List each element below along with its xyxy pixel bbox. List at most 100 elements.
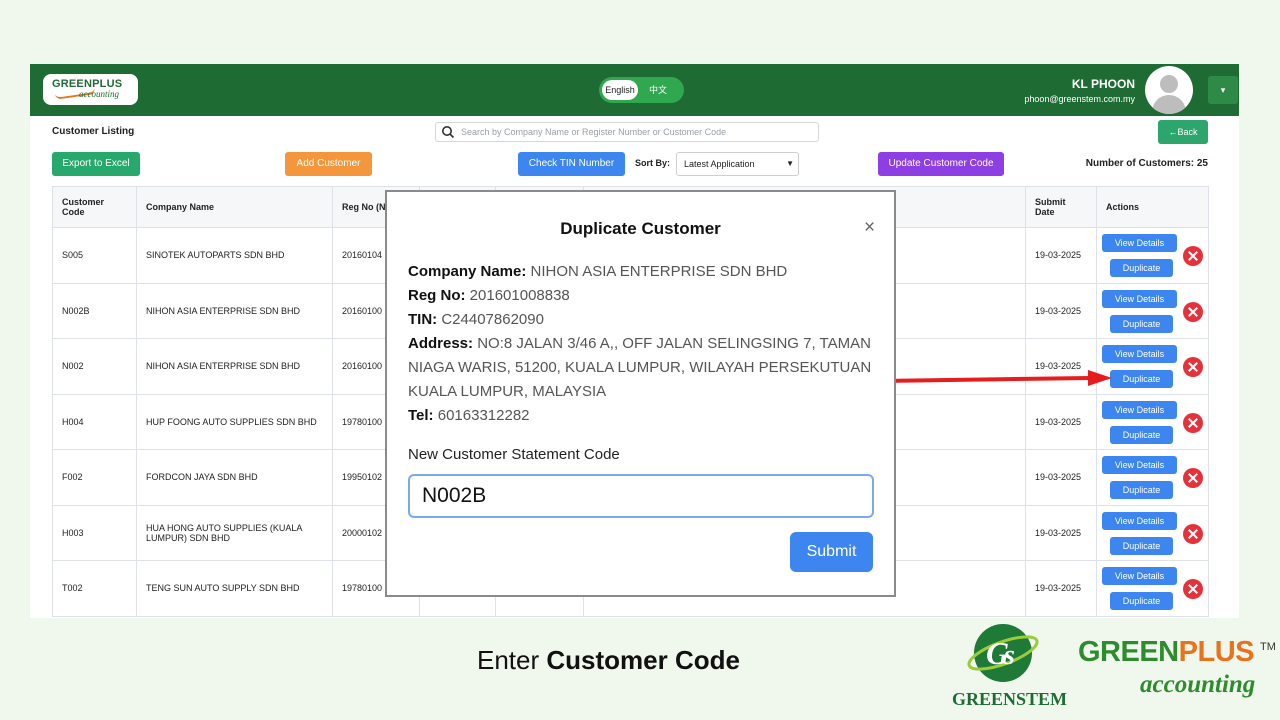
- brand-green: GREEN: [1078, 636, 1179, 668]
- info-tel: Tel: 60163312282: [408, 404, 878, 428]
- logo-subtext: accounting: [79, 89, 119, 99]
- user-name: KL PHOON: [1071, 77, 1135, 91]
- update-customer-code-button[interactable]: Update Customer Code: [878, 152, 1004, 176]
- cell-date: 19-03-2025: [1025, 338, 1097, 395]
- duplicate-button[interactable]: Duplicate: [1110, 481, 1173, 499]
- trademark: TM: [1260, 641, 1276, 653]
- info-tin: TIN: C24407862090: [408, 308, 878, 332]
- greenplus-brand: GREENPLUS: [1078, 636, 1254, 669]
- info-reg: Reg No: 201601008838: [408, 284, 878, 308]
- info-reg-label: Reg No:: [408, 287, 466, 304]
- cell-company: NIHON ASIA ENTERPRISE SDN BHD: [136, 282, 333, 339]
- greenplus-sub: accounting: [1140, 671, 1256, 698]
- submit-button[interactable]: Submit: [790, 532, 873, 572]
- cell-company: SINOTEK AUTOPARTS SDN BHD: [136, 227, 333, 284]
- view-details-button[interactable]: View Details: [1102, 234, 1177, 252]
- delete-icon[interactable]: [1183, 357, 1203, 377]
- cell-actions: View Details Duplicate: [1096, 282, 1209, 339]
- brand-plus: PLUS: [1178, 636, 1255, 668]
- lang-chinese[interactable]: 中文: [649, 80, 667, 100]
- view-details-button[interactable]: View Details: [1102, 345, 1177, 363]
- cell-code: N002: [52, 338, 137, 395]
- cell-date: 19-03-2025: [1025, 393, 1097, 450]
- customer-count: Number of Customers: 25: [1085, 158, 1208, 169]
- info-company: Company Name: NIHON ASIA ENTERPRISE SDN …: [408, 260, 878, 284]
- delete-icon[interactable]: [1183, 246, 1203, 266]
- cell-actions: View Details Duplicate: [1096, 393, 1209, 450]
- search-input[interactable]: Search by Company Name or Register Numbe…: [435, 122, 819, 142]
- top-navbar: GREENPLUS accounting English 中文 KL PHOON…: [30, 64, 1239, 116]
- view-details-button[interactable]: View Details: [1102, 400, 1177, 419]
- info-tel-value: 60163312282: [437, 407, 530, 424]
- duplicate-button[interactable]: Duplicate: [1110, 592, 1173, 610]
- cell-actions: View Details Duplicate: [1096, 504, 1209, 561]
- sort-select[interactable]: Latest Application ▼: [676, 152, 799, 176]
- lang-english[interactable]: English: [602, 80, 638, 100]
- greenstem-name: GREENSTEM: [952, 689, 1068, 709]
- avatar-head-icon: [1160, 75, 1178, 93]
- cell-company: FORDCON JAYA SDN BHD: [136, 449, 333, 506]
- col-actions: Actions: [1096, 186, 1209, 228]
- cell-company: TENG SUN AUTO SUPPLY SDN BHD: [136, 560, 333, 617]
- delete-icon[interactable]: [1183, 468, 1203, 488]
- duplicate-customer-modal: Duplicate Customer × Company Name: NIHON…: [385, 190, 896, 597]
- close-icon[interactable]: ×: [864, 217, 875, 239]
- export-excel-button[interactable]: Export to Excel: [52, 152, 140, 176]
- cell-company: NIHON ASIA ENTERPRISE SDN BHD: [136, 338, 333, 395]
- info-address-label: Address:: [408, 335, 474, 352]
- info-tel-label: Tel:: [408, 407, 434, 424]
- duplicate-button[interactable]: Duplicate: [1110, 370, 1173, 388]
- customer-info: Company Name: NIHON ASIA ENTERPRISE SDN …: [408, 260, 878, 428]
- duplicate-button[interactable]: Duplicate: [1110, 536, 1173, 555]
- info-address: Address: NO:8 JALAN 3/46 A,, OFF JALAN S…: [408, 332, 878, 404]
- back-button[interactable]: ←Back: [1158, 120, 1208, 144]
- language-toggle[interactable]: English 中文: [599, 77, 684, 103]
- sort-label: Sort By:: [635, 158, 671, 168]
- statement-code-input[interactable]: N002B: [408, 474, 874, 518]
- delete-icon[interactable]: [1183, 301, 1203, 322]
- cell-company: HUA HONG AUTO SUPPLIES (KUALA LUMPUR) SD…: [136, 504, 333, 561]
- cell-actions: View Details Duplicate: [1096, 449, 1209, 506]
- cell-code: N002B: [52, 282, 137, 339]
- duplicate-button[interactable]: Duplicate: [1110, 425, 1173, 444]
- search-icon: [442, 126, 455, 139]
- view-details-button[interactable]: View Details: [1102, 456, 1177, 474]
- statement-code-label: New Customer Statement Code: [408, 446, 620, 463]
- duplicate-button[interactable]: Duplicate: [1110, 314, 1173, 333]
- avatar[interactable]: [1145, 66, 1193, 114]
- info-tin-label: TIN:: [408, 311, 438, 328]
- delete-icon[interactable]: [1183, 412, 1203, 433]
- cell-actions: View Details Duplicate: [1096, 227, 1209, 284]
- info-tin-value: C24407862090: [441, 311, 544, 328]
- user-menu-dropdown[interactable]: ▾: [1208, 76, 1238, 104]
- cell-code: H003: [52, 504, 137, 561]
- svg-text:s: s: [1003, 640, 1015, 671]
- cell-date: 19-03-2025: [1025, 504, 1097, 561]
- search-placeholder: Search by Company Name or Register Numbe…: [461, 127, 727, 137]
- user-email: phoon@greenstem.com.my: [1024, 94, 1135, 104]
- info-reg-value: 201601008838: [469, 287, 570, 304]
- col-company-name: Company Name: [136, 186, 333, 228]
- cell-code: S005: [52, 227, 137, 284]
- cell-date: 19-03-2025: [1025, 227, 1097, 284]
- modal-title: Duplicate Customer: [560, 219, 721, 238]
- duplicate-button[interactable]: Duplicate: [1110, 259, 1173, 277]
- page-title: Customer Listing: [52, 126, 135, 137]
- delete-icon[interactable]: [1183, 579, 1203, 599]
- view-details-button[interactable]: View Details: [1102, 567, 1177, 585]
- sort-select-value: Latest Application: [684, 159, 755, 169]
- caption-prefix: Enter: [477, 645, 547, 675]
- cell-date: 19-03-2025: [1025, 560, 1097, 617]
- col-customer-code: Customer Code: [52, 186, 137, 228]
- caption-bold: Customer Code: [546, 645, 740, 675]
- cell-actions: View Details Duplicate: [1096, 560, 1209, 617]
- cell-code: F002: [52, 449, 137, 506]
- greenplus-logo[interactable]: GREENPLUS accounting: [43, 74, 138, 105]
- view-details-button[interactable]: View Details: [1102, 511, 1177, 530]
- add-customer-button[interactable]: Add Customer: [285, 152, 372, 176]
- delete-icon[interactable]: [1183, 523, 1203, 544]
- info-company-label: Company Name:: [408, 263, 527, 280]
- check-tin-button[interactable]: Check TIN Number: [518, 152, 625, 176]
- view-details-button[interactable]: View Details: [1102, 289, 1177, 308]
- cell-actions: View Details Duplicate: [1096, 338, 1209, 395]
